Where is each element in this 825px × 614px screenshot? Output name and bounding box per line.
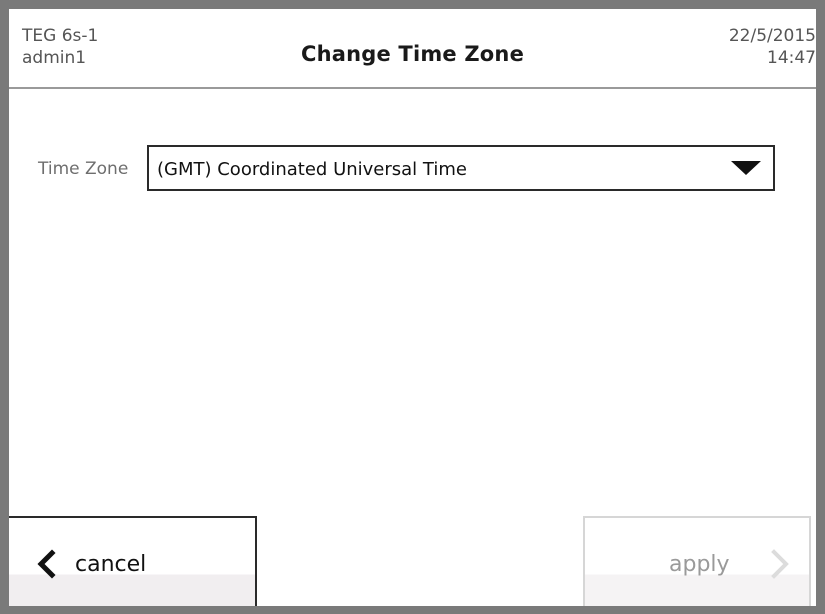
time-zone-row: Time Zone (GMT) Coordinated Universal Ti… — [9, 145, 816, 191]
cancel-label: cancel — [75, 552, 147, 577]
chevron-left-icon — [37, 549, 56, 579]
time-zone-dropdown[interactable]: (GMT) Coordinated Universal Time — [147, 145, 775, 191]
device-bezel: TEG 6s-1 admin1 Change Time Zone 22/5/20… — [0, 0, 825, 614]
chevron-right-icon — [771, 549, 789, 579]
caret-down-icon — [731, 161, 761, 175]
screen: TEG 6s-1 admin1 Change Time Zone 22/5/20… — [9, 9, 816, 606]
apply-label: apply — [669, 552, 730, 577]
time-zone-selected-value: (GMT) Coordinated Universal Time — [157, 159, 467, 180]
header-bar: TEG 6s-1 admin1 Change Time Zone 22/5/20… — [9, 9, 816, 89]
cancel-button[interactable]: cancel — [9, 516, 257, 606]
time-text: 14:47 — [767, 48, 816, 68]
date-time: 22/5/2015 14:47 — [729, 25, 816, 69]
apply-button[interactable]: apply — [583, 516, 811, 606]
page-title: Change Time Zone — [300, 42, 525, 66]
time-zone-label: Time Zone — [38, 159, 129, 179]
date-text: 22/5/2015 — [728, 26, 816, 46]
